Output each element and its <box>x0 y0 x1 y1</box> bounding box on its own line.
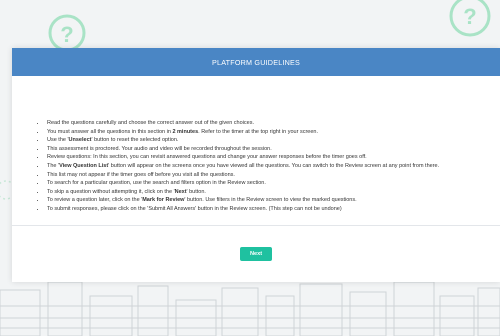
guideline-item: To search for a particular question, use… <box>46 179 500 188</box>
guideline-item: Read the questions carefully and choose … <box>46 119 500 128</box>
question-glyph: ? <box>463 4 476 29</box>
guideline-item: Use the 'Unselect' button to reset the s… <box>46 136 500 145</box>
guideline-item: Review questions: In this section, you c… <box>46 153 500 162</box>
modal-title: PLATFORM GUIDELINES <box>212 57 300 67</box>
guideline-item: This assessment is proctored. Your audio… <box>46 145 500 154</box>
guidelines-list: Read the questions carefully and choose … <box>34 119 500 214</box>
modal-header: PLATFORM GUIDELINES <box>12 48 500 76</box>
guideline-item: This list may not appear if the timer go… <box>46 171 500 180</box>
city-skyline-illustration <box>0 281 500 336</box>
guideline-item: To submit responses, please click on the… <box>46 205 500 214</box>
guideline-item: To skip a question without attempting it… <box>46 188 500 197</box>
modal-footer: Next <box>12 226 500 282</box>
question-glyph: ? <box>60 22 73 47</box>
next-button[interactable]: Next <box>240 247 272 261</box>
guideline-item: You must answer all the questions in thi… <box>46 128 500 137</box>
modal-body: Read the questions carefully and choose … <box>12 76 500 225</box>
guideline-item: The 'View Question List' button will app… <box>46 162 500 171</box>
guideline-item: To review a question later, click on the… <box>46 196 500 205</box>
platform-guidelines-modal: PLATFORM GUIDELINES Read the questions c… <box>12 48 500 282</box>
